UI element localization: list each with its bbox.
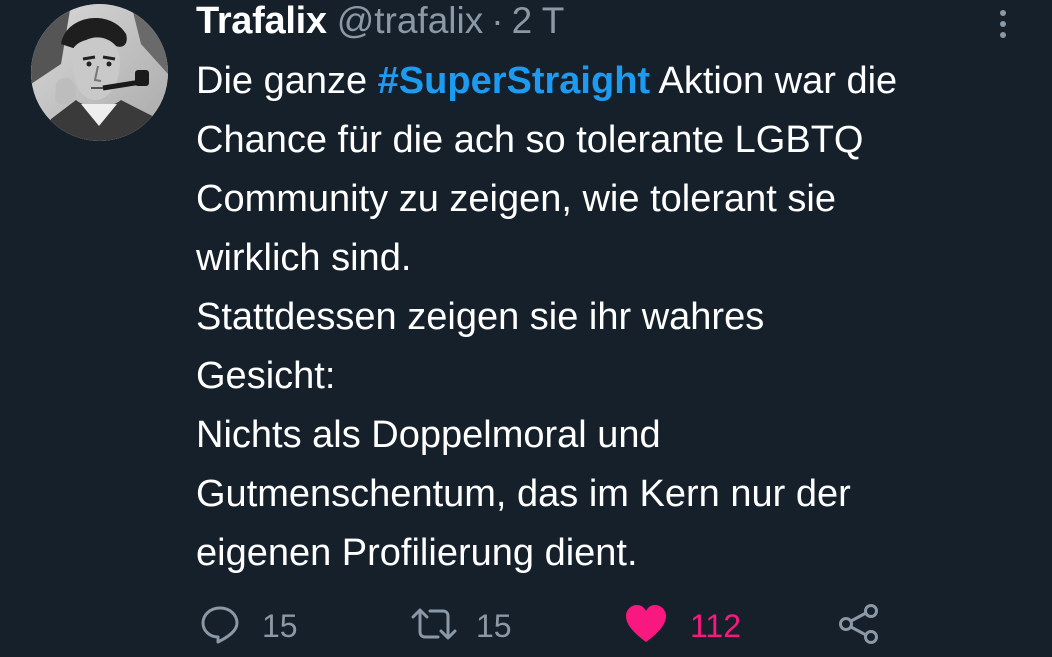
tweet-actions: 15 15 112: [196, 600, 896, 652]
tweet-text-line: wirklich sind.: [196, 237, 412, 279]
reply-button[interactable]: 15: [200, 600, 298, 652]
retweet-count: 15: [476, 607, 512, 644]
retweet-icon: [410, 604, 458, 649]
tweet-text-lead: Die ganze: [196, 60, 378, 102]
tweet-text-line: Community zu zeigen, wie tolerant sie: [196, 178, 836, 220]
more-vertical-icon[interactable]: [996, 8, 1010, 40]
tweet-text-line: Die ganze #SuperStraight Aktion war die: [196, 52, 1016, 111]
tweet-text-line: eigenen Profilierung dient.: [196, 532, 638, 574]
share-icon: [838, 603, 880, 650]
tweet-text-tail: Aktion war die: [650, 60, 898, 102]
tweet-text-line: Stattdessen zeigen sie ihr wahres: [196, 296, 765, 338]
author-handle[interactable]: @trafalix: [337, 0, 484, 42]
tweet-header: Trafalix @trafalix · 2 T: [196, 0, 564, 44]
tweet-text: Die ganze #SuperStraight Aktion war die …: [196, 52, 1016, 583]
header-separator: ·: [491, 0, 504, 41]
share-button[interactable]: [838, 600, 880, 652]
tweet-text-line: Gutmenschentum, das im Kern nur der: [196, 473, 851, 515]
tweet-text-line: Gesicht:: [196, 355, 336, 397]
tweet-text-line: Nichts als Doppelmoral und: [196, 414, 661, 456]
like-button[interactable]: 112: [624, 600, 741, 652]
heart-icon: [624, 604, 668, 649]
tweet-text-line: Chance für die ach so tolerante LGBTQ: [196, 119, 864, 161]
tweet[interactable]: Trafalix @trafalix · 2 T Die ganze #Supe…: [0, 0, 1052, 657]
retweet-button[interactable]: 15: [410, 600, 512, 652]
author-name[interactable]: Trafalix: [196, 0, 327, 43]
hashtag-link[interactable]: #SuperStraight: [378, 60, 650, 102]
tweet-time[interactable]: 2 T: [512, 0, 565, 42]
like-count: 112: [690, 607, 742, 644]
reply-count: 15: [262, 607, 298, 644]
avatar-photo: [31, 4, 168, 141]
avatar[interactable]: [31, 4, 168, 141]
reply-icon: [200, 604, 240, 649]
